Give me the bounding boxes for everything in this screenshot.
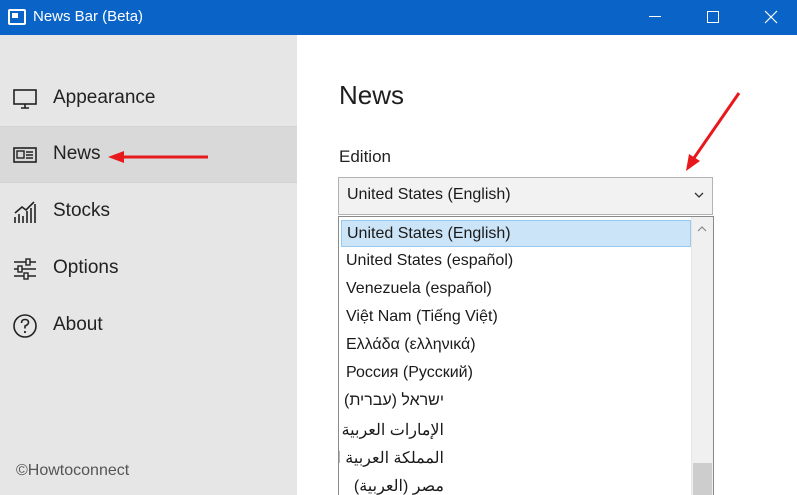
close-button[interactable] bbox=[748, 0, 794, 35]
sidebar-item-appearance[interactable]: Appearance bbox=[0, 71, 297, 127]
maximize-button[interactable] bbox=[690, 0, 736, 35]
monitor-icon bbox=[13, 89, 37, 109]
close-icon bbox=[764, 10, 778, 24]
dropdown-option[interactable]: Ελλάδα (ελληνικά) bbox=[341, 332, 691, 359]
page-title: News bbox=[339, 80, 405, 110]
dropdown-scrollbar[interactable] bbox=[691, 217, 713, 495]
minimize-icon bbox=[649, 16, 661, 17]
minimize-button[interactable] bbox=[632, 0, 678, 35]
sidebar-item-label: Appearance bbox=[53, 87, 156, 108]
edition-dropdown-list[interactable]: United States (English) United States (e… bbox=[338, 216, 714, 495]
sidebar-item-label: News bbox=[53, 143, 101, 164]
sidebar: Appearance News Stocks Options About ©Ho… bbox=[0, 35, 297, 495]
sidebar-item-label: About bbox=[53, 314, 103, 335]
maximize-icon bbox=[707, 11, 719, 23]
sidebar-item-options[interactable]: Options bbox=[0, 241, 297, 297]
chevron-up-icon[interactable] bbox=[697, 225, 707, 232]
sidebar-item-label: Stocks bbox=[53, 200, 111, 221]
dropdown-option[interactable]: الإمارات العربية المتحدة (العربية) bbox=[339, 416, 691, 443]
dropdown-option[interactable]: مصر (العربية) bbox=[341, 472, 691, 495]
edition-select[interactable]: United States (English) bbox=[338, 177, 713, 215]
window-title: News Bar (Beta) bbox=[33, 8, 144, 25]
scrollbar-thumb[interactable] bbox=[693, 463, 712, 495]
dropdown-option[interactable]: Việt Nam (Tiếng Việt) bbox=[341, 304, 691, 331]
sidebar-item-stocks[interactable]: Stocks bbox=[0, 184, 297, 240]
dropdown-option[interactable]: Venezuela (español) bbox=[341, 276, 691, 303]
newspaper-icon bbox=[13, 147, 37, 163]
sidebar-item-about[interactable]: About bbox=[0, 298, 297, 354]
edition-label: Edition bbox=[339, 147, 391, 166]
stock-chart-icon bbox=[14, 201, 36, 223]
sidebar-item-news[interactable]: News bbox=[0, 127, 297, 183]
dropdown-option[interactable]: United States (English) bbox=[341, 220, 691, 247]
title-bar: News Bar (Beta) bbox=[0, 0, 797, 35]
edition-selected-value: United States (English) bbox=[347, 186, 511, 203]
dropdown-option[interactable]: ישראל (עברית) bbox=[341, 388, 691, 415]
sidebar-item-label: Options bbox=[53, 257, 119, 278]
watermark-text: ©Howtoconnect bbox=[16, 462, 130, 479]
dropdown-option[interactable]: United States (español) bbox=[341, 248, 691, 275]
dropdown-option[interactable]: المملكة العربية السعودية (العربية) bbox=[339, 444, 691, 471]
news-bar-app-icon bbox=[8, 9, 26, 25]
help-circle-icon bbox=[13, 314, 37, 338]
sliders-icon bbox=[14, 258, 36, 280]
sidebar-divider bbox=[0, 182, 297, 183]
chevron-down-icon bbox=[694, 192, 704, 198]
arrow-to-dropdown-icon bbox=[686, 92, 741, 171]
dropdown-option[interactable]: Россия (Русский) bbox=[341, 360, 691, 387]
